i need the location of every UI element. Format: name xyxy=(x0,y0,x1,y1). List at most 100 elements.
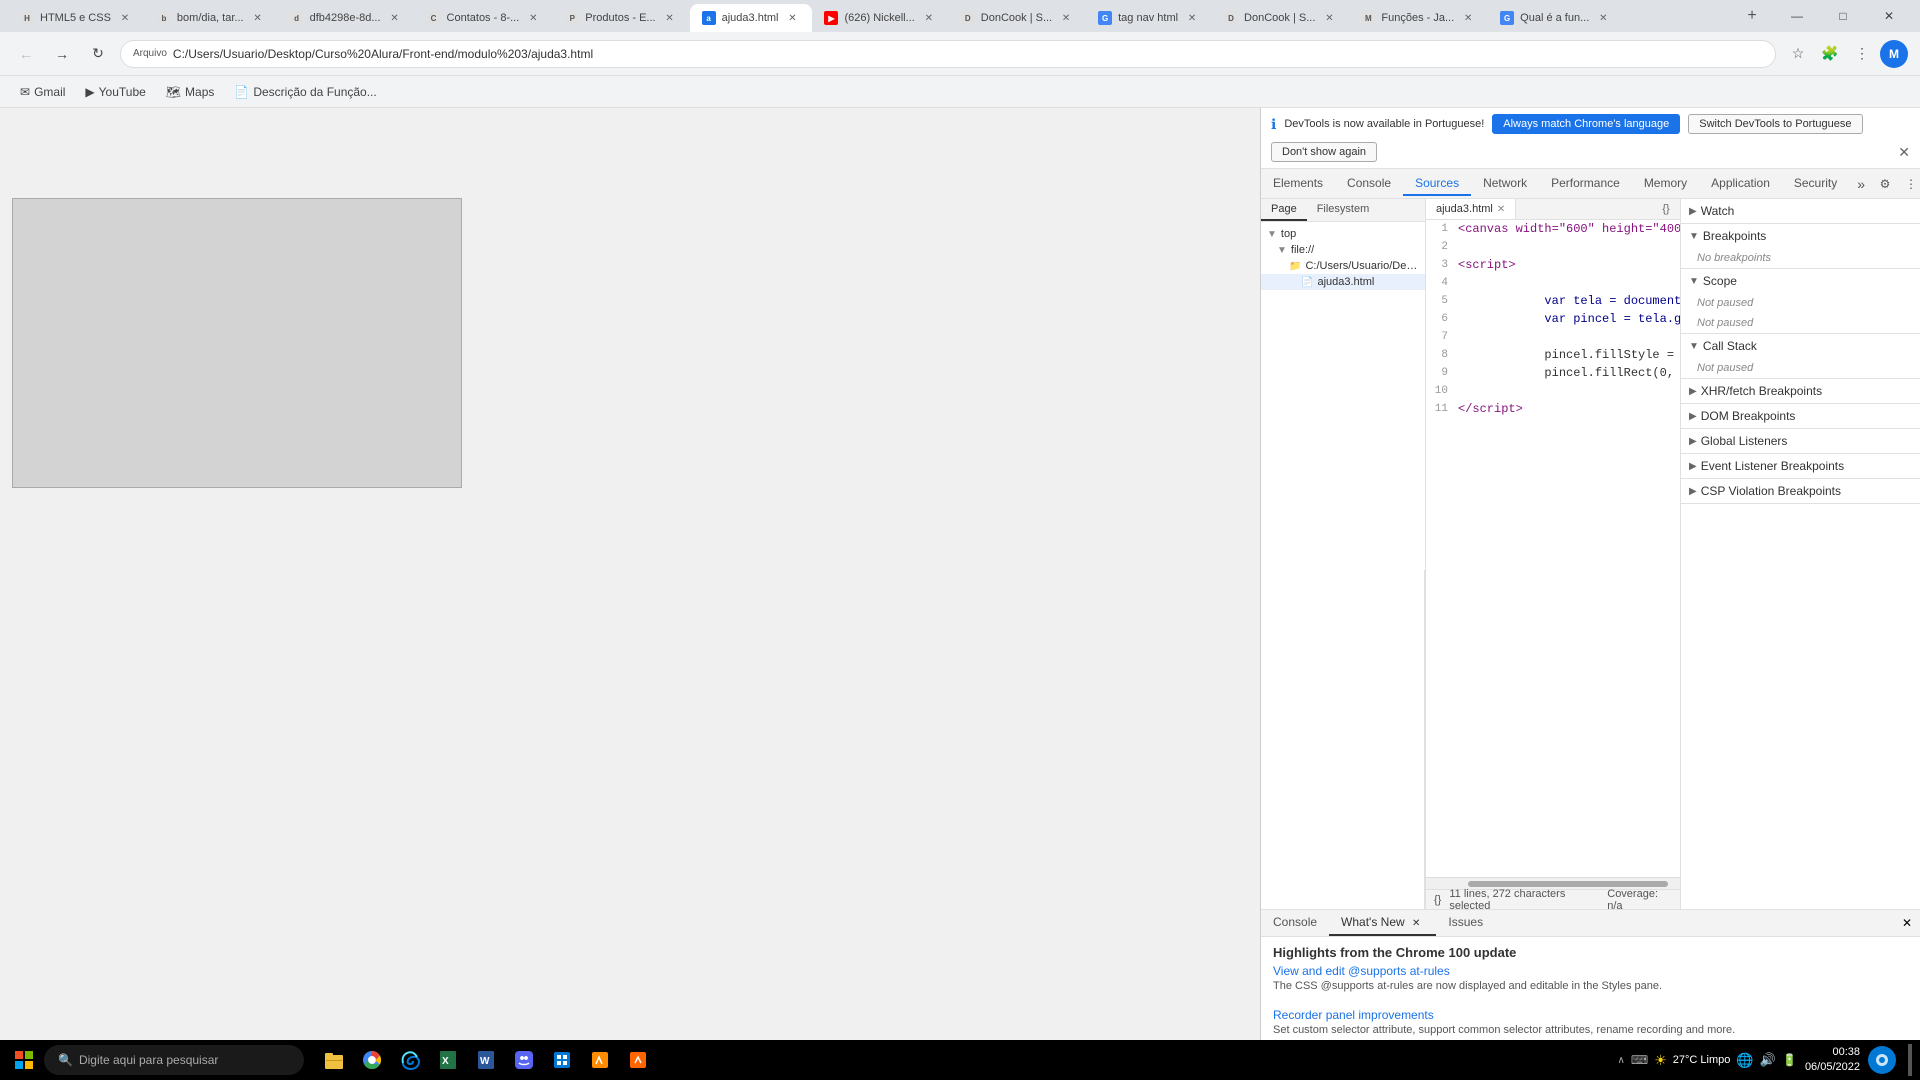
taskbar-app-word[interactable]: W xyxy=(468,1042,504,1078)
tab-close-11[interactable]: ✕ xyxy=(1460,10,1476,26)
browser-tab-7[interactable]: ▶(626) Nickell...✕ xyxy=(812,4,948,32)
tray-keyboard-icon[interactable]: ⌨ xyxy=(1631,1053,1648,1067)
browser-tab-11[interactable]: MFunções - Ja...✕ xyxy=(1349,4,1488,32)
always-match-button[interactable]: Always match Chrome's language xyxy=(1492,114,1680,134)
tab-close-12[interactable]: ✕ xyxy=(1595,10,1611,26)
browser-tab-9[interactable]: Gtag nav html✕ xyxy=(1086,4,1212,32)
tab-close-4[interactable]: ✕ xyxy=(525,10,541,26)
editor-tab-close-icon[interactable]: ✕ xyxy=(1497,204,1505,215)
browser-tab-5[interactable]: PProdutos - E...✕ xyxy=(553,4,689,32)
file-tree-item-file[interactable]: ▼ file:// xyxy=(1261,242,1425,258)
tab-close-9[interactable]: ✕ xyxy=(1184,10,1200,26)
devtools-tab-network[interactable]: Network xyxy=(1471,172,1539,196)
tab-close-2[interactable]: ✕ xyxy=(250,10,266,26)
taskbar-app-discord[interactable] xyxy=(506,1042,542,1078)
tray-up-arrow[interactable]: ∧ xyxy=(1618,1055,1625,1066)
debug-section-scope-header[interactable]: ▼ Scope xyxy=(1681,269,1920,293)
tray-network-icon[interactable]: 🌐 xyxy=(1736,1052,1753,1069)
taskbar-app-edge[interactable] xyxy=(392,1042,428,1078)
browser-tab-1[interactable]: HHTML5 e CSS✕ xyxy=(8,4,145,32)
bottom-tab-console[interactable]: Console xyxy=(1261,910,1329,936)
minimize-button[interactable]: — xyxy=(1774,0,1820,32)
tab-close-5[interactable]: ✕ xyxy=(662,10,678,26)
horizontal-scrollbar-thumb[interactable] xyxy=(1468,881,1668,887)
cortana-icon[interactable] xyxy=(1868,1046,1896,1074)
devtools-tab-application[interactable]: Application xyxy=(1699,172,1782,196)
debug-section-breakpoints-header[interactable]: ▼ Breakpoints xyxy=(1681,224,1920,248)
taskbar-search[interactable]: 🔍 Digite aqui para pesquisar xyxy=(44,1045,304,1075)
tray-battery-icon[interactable]: 🔋 xyxy=(1782,1053,1797,1067)
debug-section-xhr-header[interactable]: ▶ XHR/fetch Breakpoints xyxy=(1681,379,1920,403)
taskbar-app-tool[interactable] xyxy=(620,1042,656,1078)
devtools-tab-performance[interactable]: Performance xyxy=(1539,172,1632,196)
editor-pretty-print-icon[interactable]: {} xyxy=(1656,199,1676,219)
debug-section-dom-header[interactable]: ▶ DOM Breakpoints xyxy=(1681,404,1920,428)
tab-close-1[interactable]: ✕ xyxy=(117,10,133,26)
maximize-button[interactable]: □ xyxy=(1820,0,1866,32)
browser-tab-4[interactable]: CContatos - 8-...✕ xyxy=(415,4,554,32)
taskbar-app-box[interactable] xyxy=(544,1042,580,1078)
file-tree-item-file-selected[interactable]: 📄 ajuda3.html xyxy=(1261,274,1425,290)
address-input[interactable]: Arquivo C:/Users/Usuario/Desktop/Curso%2… xyxy=(120,40,1776,68)
taskbar-time[interactable]: 00:38 06/05/2022 xyxy=(1805,1045,1860,1076)
taskbar-app-chrome[interactable] xyxy=(354,1042,390,1078)
tab-close-3[interactable]: ✕ xyxy=(387,10,403,26)
tray-volume-icon[interactable]: 🔊 xyxy=(1760,1052,1776,1068)
bookmark-youtube[interactable]: ▶YouTube xyxy=(77,83,153,101)
bookmark-maps[interactable]: 🗺Maps xyxy=(158,83,223,101)
debug-section-global-header[interactable]: ▶ Global Listeners xyxy=(1681,429,1920,453)
devtools-settings-icon[interactable]: ⚙ xyxy=(1873,172,1897,196)
sources-tab-page[interactable]: Page xyxy=(1261,199,1307,221)
profile-button[interactable]: M xyxy=(1880,40,1908,68)
browser-tab-10[interactable]: DDonCook | S...✕ xyxy=(1212,4,1349,32)
devtools-tab-console[interactable]: Console xyxy=(1335,172,1403,196)
code-content[interactable]: 1<canvas width="600" height="400"></canv… xyxy=(1426,220,1680,877)
debug-section-watch-header[interactable]: ▶ Watch xyxy=(1681,199,1920,223)
devtools-more-icon[interactable]: ⋮ xyxy=(1899,172,1920,196)
browser-tab-3[interactable]: ddfb4298e-8d...✕ xyxy=(278,4,415,32)
browser-tab-12[interactable]: GQual é a fun...✕ xyxy=(1488,4,1623,32)
browser-tab-6[interactable]: aajuda3.html✕ xyxy=(690,4,813,32)
bottom-tab-issues[interactable]: Issues xyxy=(1436,910,1495,936)
tray-weather-icon[interactable]: ☀ xyxy=(1654,1052,1667,1069)
bookmark-descrição-da-função...[interactable]: 📄Descrição da Função... xyxy=(226,83,384,101)
file-tree-item-top[interactable]: ▼ top xyxy=(1261,226,1425,242)
tab-close-8[interactable]: ✕ xyxy=(1058,10,1074,26)
start-button[interactable] xyxy=(8,1044,40,1076)
menu-icon[interactable]: ⋮ xyxy=(1848,40,1876,68)
bottom-close-icon[interactable]: ✕ xyxy=(1894,912,1920,934)
close-button[interactable]: ✕ xyxy=(1866,0,1912,32)
devtools-tab-security[interactable]: Security xyxy=(1782,172,1849,196)
bookmarks-icon[interactable]: ☆ xyxy=(1784,40,1812,68)
show-desktop-btn[interactable] xyxy=(1908,1044,1912,1076)
taskbar-app-paint[interactable] xyxy=(582,1042,618,1078)
dont-show-again-button[interactable]: Don't show again xyxy=(1271,142,1377,162)
bottom-tab-whatsnew[interactable]: What's New ✕ xyxy=(1329,910,1436,936)
devtools-tabs-more-icon[interactable]: » xyxy=(1849,172,1873,196)
reload-button[interactable]: ↻ xyxy=(84,40,112,68)
debug-section-callstack-header[interactable]: ▼ Call Stack xyxy=(1681,334,1920,358)
whats-new-link-1[interactable]: View and edit @supports at-rules xyxy=(1273,964,1908,978)
sources-tab-filesystem[interactable]: Filesystem xyxy=(1307,199,1380,221)
devtools-tab-memory[interactable]: Memory xyxy=(1632,172,1699,196)
bookmark-gmail[interactable]: ✉Gmail xyxy=(12,83,73,101)
file-tree-item-dir[interactable]: 📁 C:/Users/Usuario/Desktop/Curs... xyxy=(1261,258,1425,274)
new-tab-button[interactable]: + xyxy=(1738,2,1766,30)
forward-button[interactable]: → xyxy=(48,40,76,68)
browser-tab-8[interactable]: DDonCook | S...✕ xyxy=(949,4,1086,32)
bottom-tab-close-icon[interactable]: ✕ xyxy=(1408,918,1424,929)
debug-section-event-header[interactable]: ▶ Event Listener Breakpoints xyxy=(1681,454,1920,478)
tab-close-6[interactable]: ✕ xyxy=(784,10,800,26)
devtools-tab-sources[interactable]: Sources xyxy=(1403,172,1471,196)
taskbar-app-file-explorer[interactable] xyxy=(316,1042,352,1078)
tab-close-10[interactable]: ✕ xyxy=(1321,10,1337,26)
notification-close-icon[interactable]: ✕ xyxy=(1898,144,1910,161)
debug-section-csp-header[interactable]: ▶ CSP Violation Breakpoints xyxy=(1681,479,1920,503)
browser-tab-2[interactable]: bbom/dia, tar...✕ xyxy=(145,4,278,32)
tab-close-7[interactable]: ✕ xyxy=(921,10,937,26)
extensions-icon[interactable]: 🧩 xyxy=(1816,40,1844,68)
switch-language-button[interactable]: Switch DevTools to Portuguese xyxy=(1688,114,1862,134)
whats-new-link-2[interactable]: Recorder panel improvements xyxy=(1273,1008,1908,1022)
devtools-tab-elements[interactable]: Elements xyxy=(1261,172,1335,196)
back-button[interactable]: ← xyxy=(12,40,40,68)
